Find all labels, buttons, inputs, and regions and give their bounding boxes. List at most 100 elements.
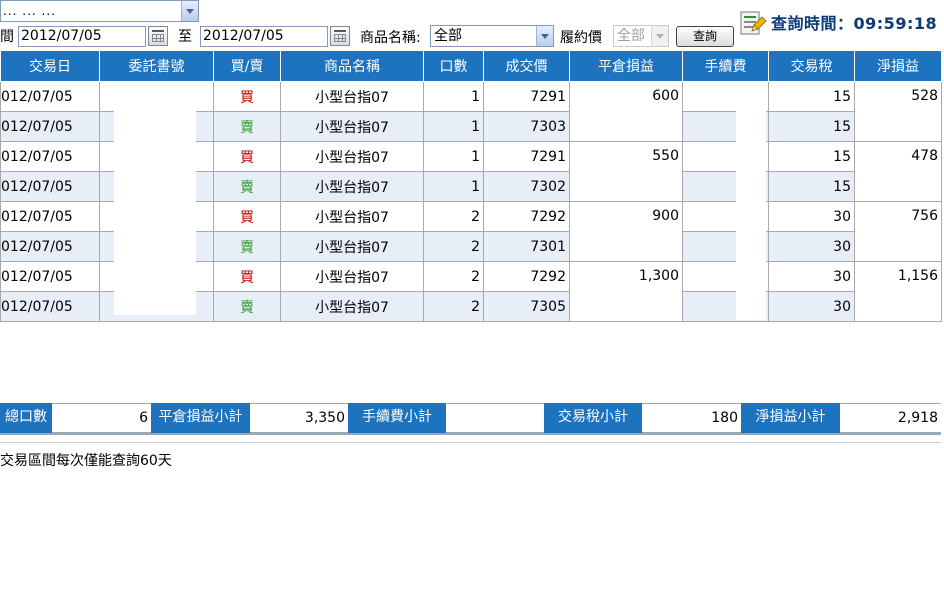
summary-tax-label: 交易稅小計	[544, 403, 642, 433]
header-tax[interactable]: 交易稅	[768, 51, 855, 82]
header-product[interactable]: 商品名稱	[280, 51, 424, 82]
table-header-row: 交易日 委託書號 買/賣 商品名稱 口數 成交價 平倉損益 手續費 交易稅 淨損…	[0, 51, 942, 82]
side-cell: 賣	[213, 111, 281, 142]
product-label: 商品名稱:	[360, 30, 421, 46]
summary-tax-value: 180	[642, 403, 741, 433]
query-button[interactable]: 查詢	[676, 26, 734, 47]
query-time-value: 09:59:18	[853, 14, 938, 33]
side-cell: 賣	[213, 171, 281, 202]
trade-date-cell: 012/07/05	[0, 201, 100, 232]
price-cell: 7303	[483, 111, 570, 142]
qty-cell: 2	[423, 261, 484, 292]
header-trade-date[interactable]: 交易日	[0, 51, 100, 82]
summary-divider	[0, 433, 941, 435]
redaction-mask-fee	[736, 82, 766, 320]
trade-date-cell: 012/07/05	[0, 171, 100, 202]
redaction-mask-order-no	[114, 82, 196, 315]
close-pl-cell: 1,300	[569, 261, 683, 322]
price-cell: 7292	[483, 261, 570, 292]
tax-cell: 15	[768, 81, 855, 112]
qty-cell: 2	[423, 201, 484, 232]
product-cell: 小型台指07	[280, 171, 424, 202]
strike-price-label: 履約價	[560, 30, 602, 46]
header-net-pl[interactable]: 淨損益	[854, 51, 942, 82]
price-cell: 7291	[483, 81, 570, 112]
product-cell: 小型台指07	[280, 291, 424, 322]
tax-cell: 30	[768, 201, 855, 232]
header-side[interactable]: 買/賣	[213, 51, 281, 82]
net-pl-cell: 478	[854, 141, 942, 202]
price-cell: 7291	[483, 141, 570, 172]
query-time-caption: 查詢時間：	[771, 14, 854, 33]
side-cell: 賣	[213, 291, 281, 322]
query-time-icon	[740, 11, 767, 35]
side-cell: 賣	[213, 231, 281, 262]
trade-date-cell: 012/07/05	[0, 111, 100, 142]
trade-date-cell: 012/07/05	[0, 231, 100, 262]
summary-net-value: 2,918	[840, 403, 941, 433]
summary-net-label: 淨損益小計	[741, 403, 840, 433]
product-cell: 小型台指07	[280, 201, 424, 232]
header-close-pl[interactable]: 平倉損益	[569, 51, 683, 82]
chevron-down-icon	[651, 26, 668, 46]
chevron-down-icon[interactable]	[536, 26, 553, 46]
account-select-value: ... ... ...	[3, 4, 56, 18]
summary-fee-value	[446, 403, 544, 433]
account-select[interactable]: ... ... ...	[0, 0, 199, 22]
qty-cell: 2	[423, 231, 484, 262]
strike-price-select: 全部	[613, 25, 669, 47]
header-qty[interactable]: 口數	[423, 51, 484, 82]
trade-date-cell: 012/07/05	[0, 291, 100, 322]
product-cell: 小型台指07	[280, 81, 424, 112]
net-pl-cell: 1,156	[854, 261, 942, 322]
qty-cell: 1	[423, 81, 484, 112]
trade-date-cell: 012/07/05	[0, 261, 100, 292]
side-cell: 買	[213, 81, 281, 112]
date-to-input[interactable]: 2012/07/05	[200, 26, 328, 47]
side-cell: 買	[213, 201, 281, 232]
section-divider	[0, 442, 941, 443]
side-cell: 買	[213, 141, 281, 172]
price-cell: 7302	[483, 171, 570, 202]
tax-cell: 30	[768, 261, 855, 292]
side-cell: 買	[213, 261, 281, 292]
header-fee[interactable]: 手續費	[682, 51, 769, 82]
qty-cell: 2	[423, 291, 484, 322]
date-from-input[interactable]: 2012/07/05	[18, 26, 146, 47]
chevron-down-icon[interactable]	[181, 1, 198, 21]
summary-close-pl-value: 3,350	[250, 403, 348, 433]
product-select[interactable]: 全部	[430, 25, 554, 47]
tax-cell: 15	[768, 141, 855, 172]
product-cell: 小型台指07	[280, 231, 424, 262]
product-cell: 小型台指07	[280, 261, 424, 292]
strike-price-select-value: 全部	[617, 28, 645, 44]
header-order-no[interactable]: 委託書號	[99, 51, 214, 82]
qty-cell: 1	[423, 111, 484, 142]
calendar-to-icon[interactable]	[330, 26, 350, 46]
close-pl-cell: 900	[569, 201, 683, 262]
header-price[interactable]: 成交價	[483, 51, 570, 82]
tax-cell: 30	[768, 291, 855, 322]
tax-cell: 15	[768, 171, 855, 202]
qty-cell: 1	[423, 141, 484, 172]
price-cell: 7301	[483, 231, 570, 262]
net-pl-cell: 528	[854, 81, 942, 142]
net-pl-cell: 756	[854, 201, 942, 262]
summary-total-qty-value: 6	[52, 403, 151, 433]
tax-cell: 15	[768, 111, 855, 142]
calendar-from-icon[interactable]	[148, 26, 168, 46]
trade-date-cell: 012/07/05	[0, 141, 100, 172]
trade-date-cell: 012/07/05	[0, 81, 100, 112]
query-range-note: 交易區間每次僅能查詢60天	[0, 453, 172, 469]
tax-cell: 30	[768, 231, 855, 262]
price-cell: 7305	[483, 291, 570, 322]
close-pl-cell: 600	[569, 81, 683, 142]
qty-cell: 1	[423, 171, 484, 202]
summary-close-pl-label: 平倉損益小計	[151, 403, 250, 433]
summary-total-qty-label: 總口數	[0, 403, 52, 433]
price-cell: 7292	[483, 201, 570, 232]
product-cell: 小型台指07	[280, 141, 424, 172]
close-pl-cell: 550	[569, 141, 683, 202]
product-select-value: 全部	[434, 28, 462, 44]
summary-fee-label: 手續費小計	[348, 403, 446, 433]
